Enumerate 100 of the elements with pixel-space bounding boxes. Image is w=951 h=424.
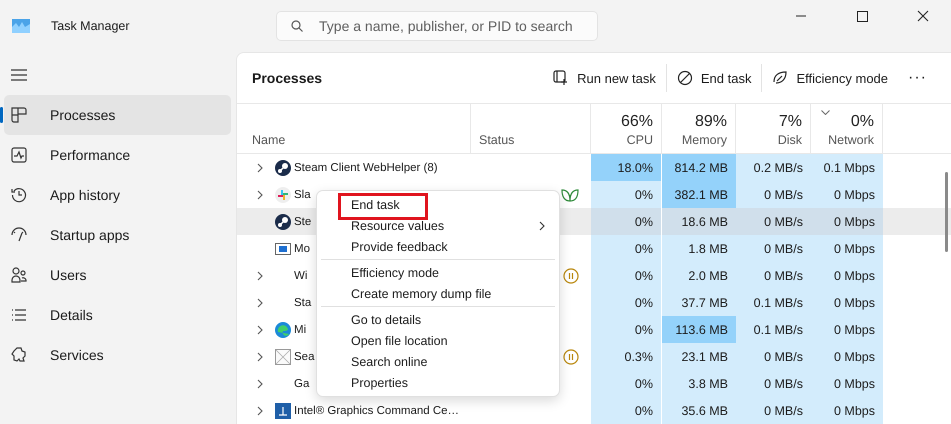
table-cell: 0% [591,262,662,289]
table-cell: 0% [591,370,662,397]
menu-item[interactable]: Open file location [351,334,448,348]
sidebar-item[interactable]: Startup apps [4,215,231,255]
sidebar-item[interactable]: Users [4,255,231,295]
leaf-icon [772,70,788,86]
process-name: Intel® Graphics Command Ce… [294,404,460,416]
column-header[interactable]: Memory [682,133,727,147]
history-icon [11,187,27,203]
table-cell: 23.1 MB [662,343,736,370]
chevron-icon[interactable] [257,162,263,172]
table-cell: 1.8 MB [662,235,736,262]
column-header[interactable]: Name [252,133,286,147]
process-name: Ga [294,378,310,390]
column-header[interactable]: CPU [626,133,653,147]
process-name: Wi [294,270,308,282]
close-icon[interactable] [917,10,929,22]
toolbar-button[interactable]: Run new task [543,64,667,92]
menu-item[interactable]: End task [351,198,400,212]
more-button[interactable]: ··· [898,65,937,91]
process-name: Sta [294,296,312,308]
users-icon [11,267,27,283]
menu-item[interactable]: Resource values [351,218,444,232]
minimize-icon[interactable] [796,15,808,17]
table-cell: 18.6 MB [662,208,736,235]
search-field[interactable]: Type a name, publisher, or PID to search [276,11,598,41]
window-icon [275,240,291,256]
chevron-icon[interactable] [257,270,263,280]
sidebar-item[interactable]: App history [4,175,231,215]
pulse-icon [11,147,27,163]
table-cell: 0 Mbps [811,316,883,343]
table-cell: 0 MB/s [736,397,811,424]
table-cell: 0% [591,208,662,235]
app-logo-icon [12,19,30,33]
process-name: Sla [294,188,311,200]
column-usage: 7% [778,113,802,131]
process-name: Sea [294,350,314,362]
sidebar-item[interactable]: Services [4,335,231,375]
menu-item[interactable]: Create memory dump file [351,286,492,300]
table-cell: 113.6 MB [662,316,736,343]
table-cell: 2.0 MB [662,262,736,289]
table-cell: 0.3% [591,343,662,370]
column-header[interactable]: Network [828,133,874,147]
blocked-icon [676,70,693,86]
table-cell: 0 Mbps [811,343,883,370]
process-name: Mo [294,242,310,254]
column-header[interactable]: Disk [778,133,802,147]
toolbar-button[interactable]: Efficiency mode [762,64,898,92]
menu-item[interactable]: Go to details [351,312,422,326]
leaf-icon [561,186,579,202]
menu-item[interactable]: Properties [351,376,408,390]
search-icon [291,20,303,32]
table-cell: 0 Mbps [811,262,883,289]
toolbar-button[interactable]: End task [666,64,762,92]
table-cell: 0.1 Mbps [811,154,883,181]
table-cell: 0 Mbps [811,208,883,235]
process-name: Mi [294,324,306,336]
process-name: Steam Client WebHelper (8) [294,162,438,174]
gauge-icon [11,227,27,243]
table-cell: 0 Mbps [811,397,883,424]
sidebar-item[interactable]: Details [4,295,231,335]
table-cell: 0 Mbps [811,289,883,316]
menu-item[interactable]: Provide feedback [351,240,448,254]
chevron-icon[interactable] [257,378,263,388]
table-cell: 814.2 MB [662,154,736,181]
menu-item[interactable]: Search online [351,354,428,368]
square-app-icon [275,402,291,418]
table-cell: 0 MB/s [736,262,811,289]
round-app-icon [275,214,291,230]
chevron-icon[interactable] [257,406,263,416]
table-cell: 3.8 MB [662,370,736,397]
column-header[interactable]: Status [479,133,514,147]
round-app-icon [275,160,291,176]
column-usage: 0% [850,113,874,131]
table-cell: 0% [591,235,662,262]
chevron-icon[interactable] [257,352,263,362]
table-cell: 0.1 MB/s [736,289,811,316]
chevron-icon[interactable] [257,298,263,308]
table-cell: 0% [591,397,662,424]
placeholder-icon [275,348,291,364]
page-title: Processes [252,70,322,86]
table-cell: 37.7 MB [662,289,736,316]
menu-icon[interactable] [11,69,27,81]
menu-item[interactable]: Efficiency mode [351,266,440,280]
chevron-icon[interactable] [257,190,263,200]
column-usage: 66% [620,113,653,131]
sidebar-item[interactable]: Performance [4,135,231,175]
pause-icon [563,348,579,364]
process-name: Ste [294,216,312,228]
grid-icon [11,107,27,123]
column-usage: 89% [694,113,727,131]
table-cell: 0 MB/s [736,343,811,370]
table-cell: 382.1 MB [662,181,736,208]
maximize-icon[interactable] [857,10,868,22]
scrollbar-thumb[interactable] [945,172,948,252]
table-cell: 0% [591,289,662,316]
table-cell: 0 MB/s [736,235,811,262]
chevron-icon[interactable] [257,324,263,334]
table-cell: 0.2 MB/s [736,154,811,181]
pause-icon [563,268,579,284]
